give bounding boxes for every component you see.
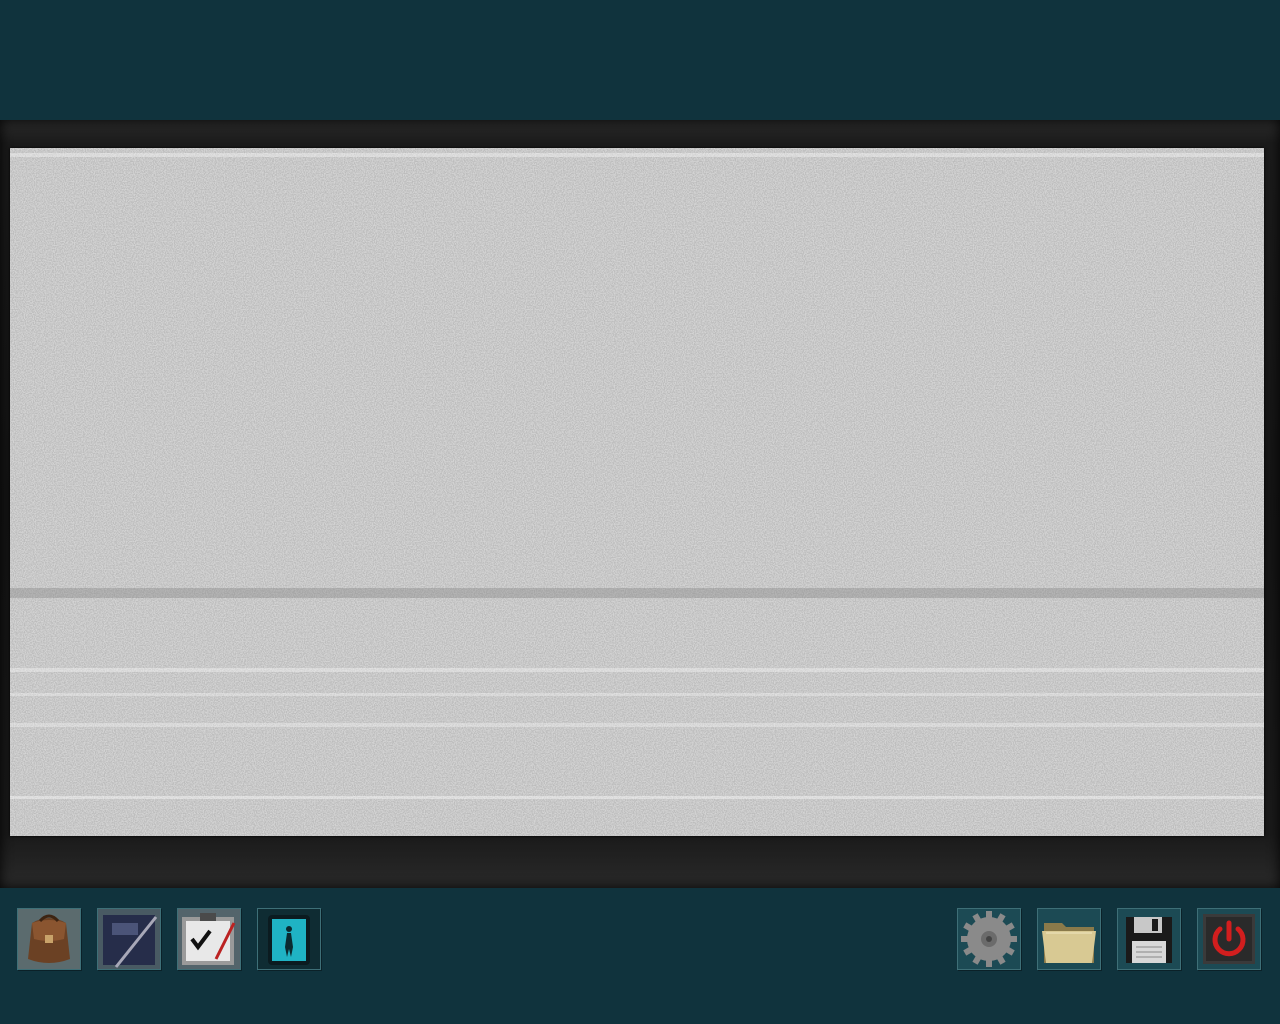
quit-button[interactable] — [1197, 908, 1261, 970]
tv-screen[interactable] — [10, 148, 1264, 836]
power-icon — [1198, 909, 1260, 969]
tv-static — [10, 148, 1264, 836]
checklist-clipboard-icon — [178, 909, 240, 969]
settings-button[interactable] — [957, 908, 1021, 970]
notebook-icon — [98, 909, 160, 969]
top-letterbox — [0, 0, 1280, 120]
notebook-button[interactable] — [97, 908, 161, 970]
satchel-button[interactable] — [17, 908, 81, 970]
checklist-button[interactable] — [177, 908, 241, 970]
files-button[interactable] — [1037, 908, 1101, 970]
satchel-icon — [18, 909, 80, 969]
phone-button[interactable] — [257, 908, 321, 970]
floppy-disk-icon — [1118, 909, 1180, 969]
folder-icon — [1038, 909, 1100, 969]
cell-phone-icon — [258, 909, 320, 969]
save-button[interactable] — [1117, 908, 1181, 970]
gear-icon — [958, 909, 1020, 969]
tv-frame — [0, 120, 1280, 888]
